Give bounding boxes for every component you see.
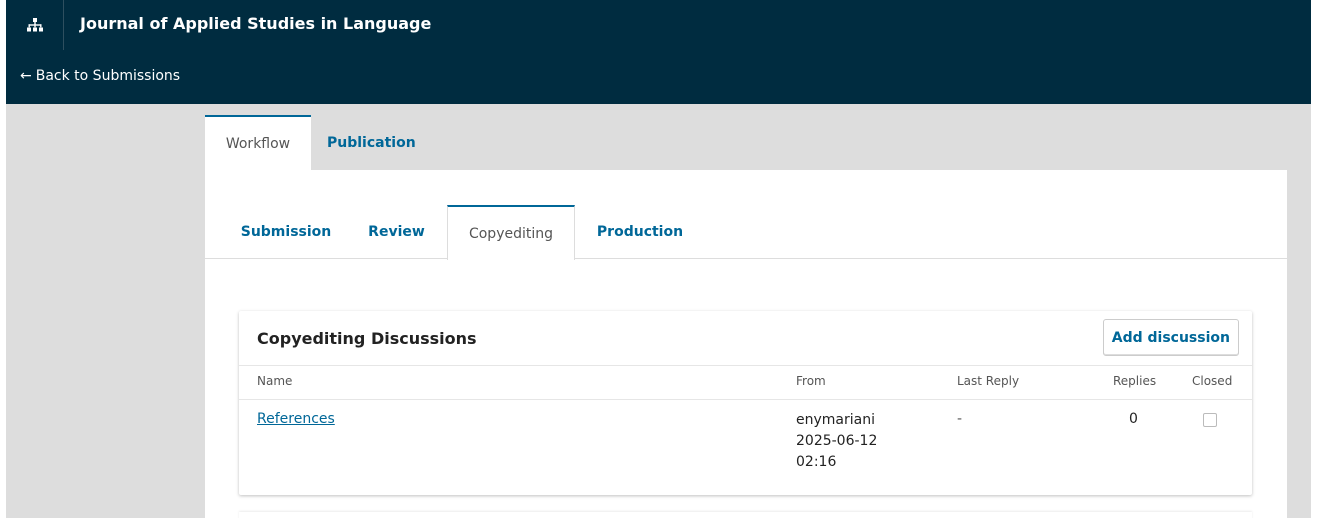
tab-workflow[interactable]: Workflow (205, 115, 311, 170)
sitemap-icon (26, 18, 43, 32)
journal-title[interactable]: Journal of Applied Studies in Language (80, 14, 431, 33)
workflow-panel: Submission Review Copyediting Production… (205, 170, 1287, 518)
tab-publication[interactable]: Publication (311, 115, 432, 170)
from-time: 02:16 (796, 454, 837, 470)
next-grid-panel (239, 512, 1252, 518)
tab-copyediting[interactable]: Copyediting (447, 205, 575, 260)
from-date: 2025-06-12 (796, 433, 878, 449)
closed-checkbox[interactable] (1203, 413, 1217, 427)
last-reply-cell: - (957, 411, 963, 427)
tab-production[interactable]: Production (575, 205, 705, 259)
column-header-from[interactable]: From (796, 374, 826, 388)
tab-review[interactable]: Review (346, 205, 447, 259)
column-header-name[interactable]: Name (257, 374, 292, 388)
stage-tabs: Submission Review Copyediting Production (205, 205, 1287, 260)
column-header-replies[interactable]: Replies (1113, 374, 1156, 388)
tab-submission[interactable]: Submission (226, 205, 346, 259)
from-cell: enymariani 2025-06-12 02:16 (796, 410, 877, 473)
top-header: Journal of Applied Studies in Language ←… (6, 0, 1311, 104)
sitemap-button[interactable] (6, 0, 64, 50)
main-tabs: Workflow Publication (205, 115, 432, 170)
app-frame: Journal of Applied Studies in Language ←… (6, 0, 1311, 518)
back-link-label: Back to Submissions (35, 68, 181, 84)
grid-title: Copyediting Discussions (257, 329, 477, 348)
back-to-submissions-link[interactable]: ← Back to Submissions (20, 68, 180, 84)
discussion-link-references[interactable]: References (257, 411, 335, 427)
column-header-last-reply[interactable]: Last Reply (957, 374, 1019, 388)
left-arrow-icon: ← (20, 68, 32, 84)
grid-header: Copyediting Discussions Add discussion (239, 311, 1252, 366)
copyediting-discussions-grid: Copyediting Discussions Add discussion N… (239, 311, 1252, 495)
from-user: enymariani (796, 412, 875, 428)
header-divider (239, 399, 1252, 400)
column-header-closed[interactable]: Closed (1192, 374, 1232, 388)
add-discussion-button[interactable]: Add discussion (1102, 319, 1239, 356)
replies-count: 0 (1129, 411, 1138, 427)
